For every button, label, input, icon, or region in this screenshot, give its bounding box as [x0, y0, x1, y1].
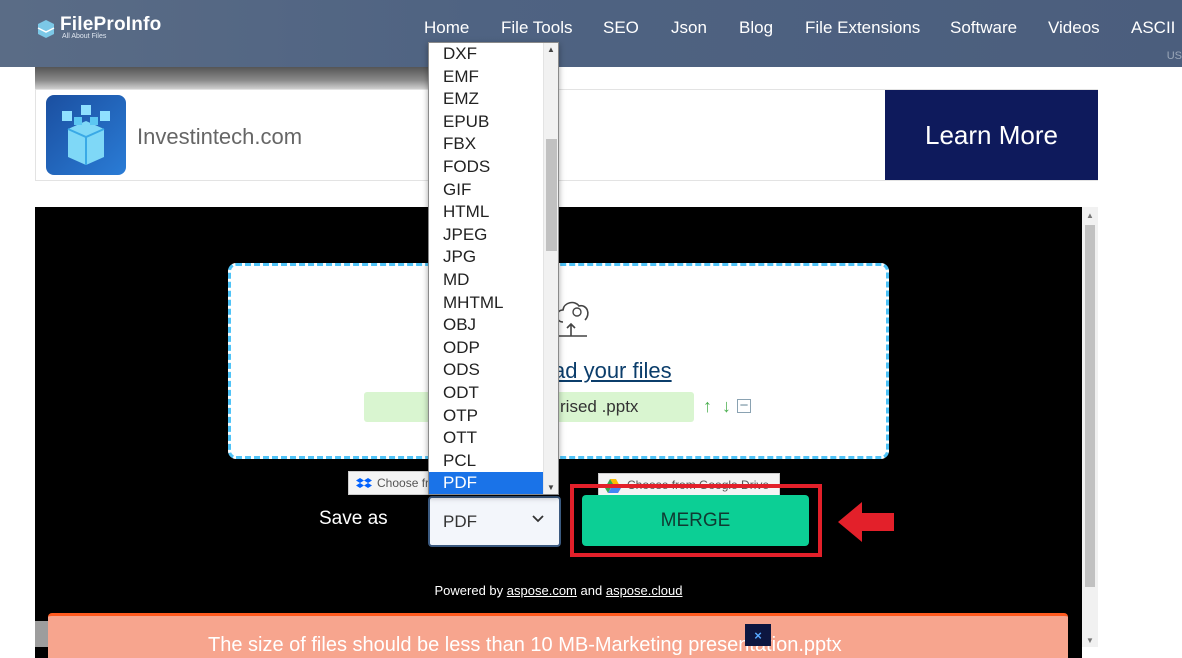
header-extra-text: US [1166, 50, 1182, 62]
powered-prefix: Powered by [434, 583, 504, 598]
scroll-down-icon[interactable]: ▼ [1086, 636, 1094, 645]
file-actions: ↑ ↓ − [699, 396, 751, 416]
logo-subtitle: All About Files [62, 33, 107, 40]
red-arrow-icon [838, 502, 894, 542]
format-option[interactable]: GIF [429, 179, 543, 202]
nav-blog[interactable]: Blog [739, 18, 773, 38]
panel-scrollbar[interactable]: ▲ ▼ [1082, 207, 1098, 647]
format-option[interactable]: FBX [429, 133, 543, 156]
scroll-down-icon[interactable]: ▼ [547, 483, 555, 492]
format-option[interactable]: OBJ [429, 314, 543, 337]
format-option[interactable]: PCL [429, 450, 543, 473]
arrow-up-icon[interactable]: ↑ [699, 396, 716, 416]
format-option[interactable]: OTT [429, 427, 543, 450]
nav-seo[interactable]: SEO [603, 18, 639, 38]
scroll-up-icon[interactable]: ▲ [547, 45, 555, 54]
format-option[interactable]: EMZ [429, 88, 543, 111]
arrow-down-icon[interactable]: ↓ [718, 396, 735, 416]
format-dropdown-list[interactable]: DXF EMF EMZ EPUB FBX FODS GIF HTML JPEG … [428, 42, 559, 495]
nav-file-tools[interactable]: File Tools [501, 18, 573, 38]
panel-scrollbar-thumb[interactable] [1085, 225, 1095, 587]
format-options: DXF EMF EMZ EPUB FBX FODS GIF HTML JPEG … [429, 43, 543, 494]
dropbox-icon [356, 478, 372, 488]
save-as-label: Save as [319, 508, 388, 529]
format-option-selected[interactable]: PDF [429, 472, 543, 494]
ad-logo-icon [46, 95, 126, 175]
upload-files-link[interactable]: ad your files [553, 358, 672, 384]
format-option[interactable]: OTP [429, 405, 543, 428]
nav-ascii[interactable]: ASCII [1131, 18, 1175, 38]
powered-by: Powered by aspose.com and aspose.cloud [35, 583, 1082, 598]
minus-box-icon[interactable]: − [737, 398, 751, 413]
scroll-up-icon[interactable]: ▲ [1086, 211, 1094, 220]
format-option[interactable]: EPUB [429, 111, 543, 134]
format-select[interactable]: PDF [428, 496, 561, 547]
learn-more-button[interactable]: Learn More [885, 90, 1098, 180]
aspose-com-link[interactable]: aspose.com [507, 583, 577, 598]
format-option[interactable]: ODS [429, 359, 543, 382]
format-option[interactable]: DXF [429, 43, 543, 66]
site-header: FileProInfo All About Files Home File To… [0, 0, 1182, 67]
merge-button[interactable]: MERGE [582, 495, 809, 546]
format-option[interactable]: EMF [429, 66, 543, 89]
file-name: rised .pptx [560, 397, 639, 416]
format-option[interactable]: ODT [429, 382, 543, 405]
dropbox-button[interactable]: Choose fr [348, 471, 438, 495]
format-option[interactable]: FODS [429, 156, 543, 179]
ad-banner[interactable]: Investintech.com Learn More [35, 89, 1098, 181]
dropdown-scrollbar[interactable]: ▲ ▼ [543, 43, 558, 494]
format-option[interactable]: JPG [429, 246, 543, 269]
nav-file-extensions[interactable]: File Extensions [805, 18, 920, 38]
format-select-value: PDF [443, 512, 477, 531]
dropdown-scrollbar-thumb[interactable] [546, 139, 557, 251]
format-option[interactable]: JPEG [429, 224, 543, 247]
panel-edge [35, 621, 48, 647]
nav-home[interactable]: Home [424, 18, 469, 38]
file-size-warning: The size of files should be less than 10… [48, 613, 1068, 658]
dropbox-label: Choose fr [377, 476, 430, 490]
format-option[interactable]: MHTML [429, 292, 543, 315]
ad-image-strip [35, 67, 430, 89]
close-icon[interactable]: × [745, 624, 771, 646]
aspose-cloud-link[interactable]: aspose.cloud [606, 583, 683, 598]
format-option[interactable]: HTML [429, 201, 543, 224]
nav-json[interactable]: Json [671, 18, 707, 38]
ad-text: Investintech.com [137, 124, 303, 149]
page: FileProInfo All About Files Home File To… [0, 0, 1182, 658]
format-option[interactable]: MD [429, 269, 543, 292]
logo-icon [37, 20, 55, 38]
nav-videos[interactable]: Videos [1048, 18, 1100, 38]
powered-and: and [580, 583, 603, 598]
nav-software[interactable]: Software [950, 18, 1017, 38]
chevron-down-icon [532, 515, 544, 523]
format-option[interactable]: ODP [429, 337, 543, 360]
